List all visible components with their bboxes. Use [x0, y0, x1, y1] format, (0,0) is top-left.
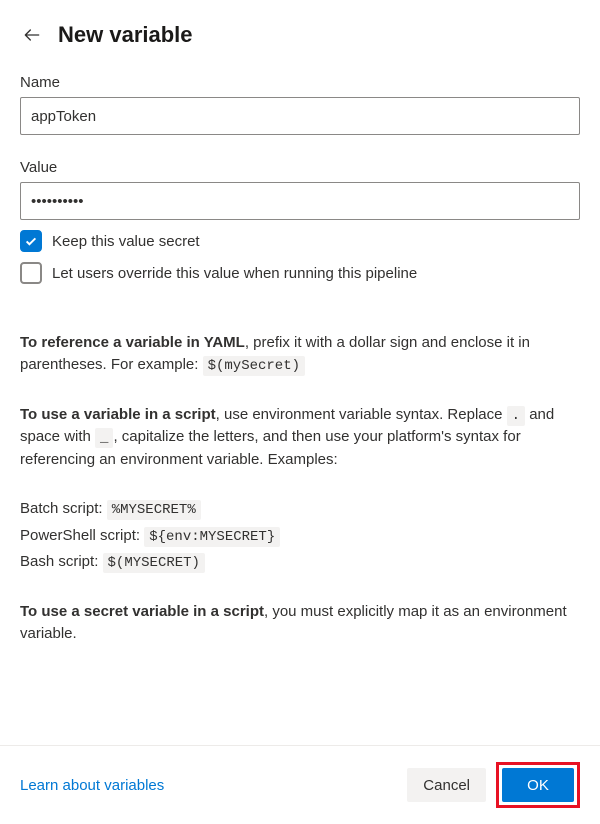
script-help-t1: , use environment variable syntax. Repla… — [216, 406, 507, 423]
name-label: Name — [20, 74, 580, 91]
override-checkbox-label: Let users override this value when runni… — [52, 265, 417, 282]
yaml-help-para: To reference a variable in YAML, prefix … — [20, 332, 580, 376]
dot-code: . — [507, 406, 525, 426]
secret-checkbox-row: Keep this value secret — [20, 230, 580, 252]
footer: Learn about variables Cancel OK — [0, 745, 600, 824]
secret-checkbox[interactable] — [20, 230, 42, 252]
bash-label: Bash script: — [20, 553, 103, 570]
yaml-example-code: $(mySecret) — [203, 356, 305, 376]
batch-example: Batch script: %MYSECRET% — [20, 498, 580, 520]
name-field-group: Name — [20, 74, 580, 135]
learn-link[interactable]: Learn about variables — [20, 777, 164, 794]
override-checkbox[interactable] — [20, 262, 42, 284]
name-input[interactable] — [20, 97, 580, 135]
back-button[interactable] — [20, 23, 44, 47]
underscore-code: _ — [95, 428, 113, 448]
batch-label: Batch script: — [20, 500, 107, 517]
override-checkbox-row: Let users override this value when runni… — [20, 262, 580, 284]
yaml-help-bold: To reference a variable in YAML — [20, 334, 245, 351]
new-variable-panel: New variable Name Value Keep this value … — [0, 0, 600, 824]
powershell-example: PowerShell script: ${env:MYSECRET} — [20, 525, 580, 547]
value-field-group: Value — [20, 159, 580, 220]
secret-help-bold: To use a secret variable in a script — [20, 603, 264, 620]
help-text: To reference a variable in YAML, prefix … — [20, 332, 580, 645]
check-icon — [24, 234, 38, 248]
page-title: New variable — [58, 22, 193, 48]
value-input[interactable] — [20, 182, 580, 220]
bash-code: $(MYSECRET) — [103, 553, 205, 573]
cancel-button[interactable]: Cancel — [407, 768, 486, 802]
batch-code: %MYSECRET% — [107, 500, 201, 520]
value-label: Value — [20, 159, 580, 176]
arrow-left-icon — [22, 25, 42, 45]
script-help-bold: To use a variable in a script — [20, 406, 216, 423]
panel-content: New variable Name Value Keep this value … — [0, 0, 600, 745]
bash-example: Bash script: $(MYSECRET) — [20, 551, 580, 573]
ps-label: PowerShell script: — [20, 527, 144, 544]
ps-code: ${env:MYSECRET} — [144, 527, 280, 547]
ok-button[interactable]: OK — [502, 768, 574, 802]
header: New variable — [20, 22, 580, 48]
script-help-para: To use a variable in a script, use envir… — [20, 404, 580, 470]
secret-help-para: To use a secret variable in a script, yo… — [20, 601, 580, 645]
secret-checkbox-label: Keep this value secret — [52, 233, 200, 250]
ok-button-highlight: OK — [496, 762, 580, 808]
